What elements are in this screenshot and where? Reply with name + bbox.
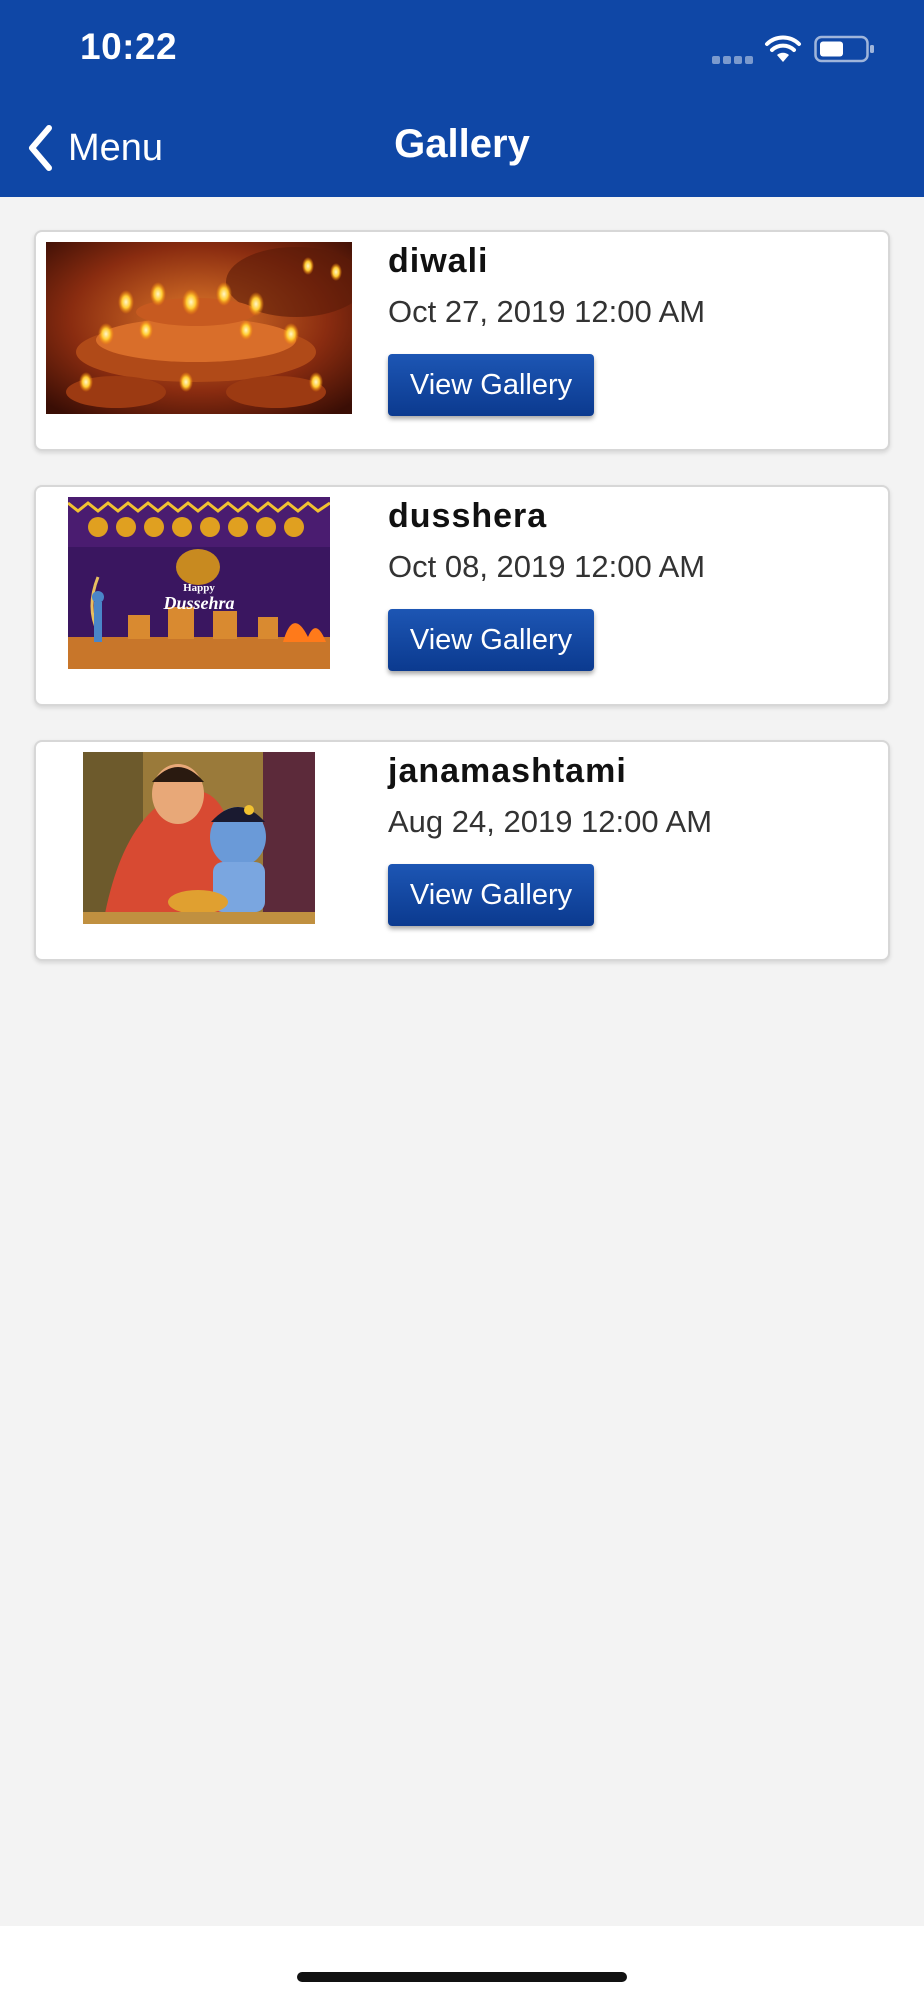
thumbnail-frame [46, 242, 352, 414]
battery-icon [814, 35, 874, 63]
thumbnail-frame [46, 752, 352, 924]
gallery-title: diwali [388, 242, 489, 280]
status-time: 10:22 [80, 26, 178, 67]
view-gallery-button[interactable]: View Gallery [388, 864, 594, 926]
gallery-title: dusshera [388, 497, 548, 535]
wifi-icon [765, 35, 801, 62]
thumbnail-frame: Happy Dussehra [46, 497, 352, 669]
page-title: Gallery [394, 122, 530, 166]
svg-text:Dussehra: Dussehra [162, 593, 234, 613]
gallery-card[interactable]: Happy Dussehra dusshera Oct 08, 2019 12:… [34, 485, 890, 706]
gallery-card[interactable]: diwali Oct 27, 2019 12:00 AM View Galler… [34, 230, 890, 451]
gallery-date: Aug 24, 2019 12:00 AM [388, 804, 713, 839]
gallery-date: Oct 08, 2019 12:00 AM [388, 549, 706, 584]
view-gallery-button[interactable]: View Gallery [388, 354, 594, 416]
header-bar: 10:22 Menu Gallery [0, 0, 924, 197]
cellular-signal-icon [712, 56, 754, 64]
bottom-safe-area [0, 1926, 924, 2000]
gallery-list: diwali Oct 27, 2019 12:00 AM View Galler… [34, 230, 890, 995]
home-indicator[interactable] [297, 1972, 627, 1982]
dusshera-thumbnail[interactable]: Happy Dussehra [68, 497, 330, 669]
janamashtami-thumbnail[interactable] [83, 752, 315, 924]
gallery-title: janamashtami [388, 752, 627, 790]
gallery-date: Oct 27, 2019 12:00 AM [388, 294, 706, 329]
diwali-thumbnail[interactable] [46, 242, 352, 414]
view-gallery-button[interactable]: View Gallery [388, 609, 594, 671]
gallery-card[interactable]: janamashtami Aug 24, 2019 12:00 AM View … [34, 740, 890, 961]
